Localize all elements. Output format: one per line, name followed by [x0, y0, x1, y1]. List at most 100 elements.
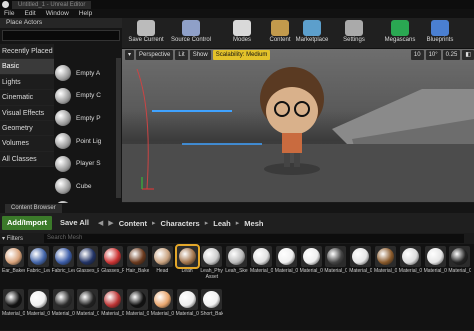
asset-tile[interactable]: Material_003	[300, 246, 323, 288]
save-icon	[137, 20, 155, 36]
actor-item[interactable]: Cube	[55, 175, 115, 198]
grid-snap-value[interactable]: 10	[410, 50, 424, 60]
asset-thumbnail	[449, 246, 471, 267]
actor-item[interactable]: Point Lig	[55, 130, 115, 153]
asset-search-input[interactable]: Search Mesh	[44, 234, 464, 243]
forward-arrow-icon[interactable]: ▶	[108, 219, 113, 227]
filters-button[interactable]: ▾ Filters	[2, 235, 40, 242]
material-preview-sphere	[104, 248, 122, 265]
menu-help[interactable]: Help	[79, 10, 92, 17]
asset-name: Material_023	[150, 311, 174, 317]
breadcrumb-characters[interactable]: Characters	[161, 219, 200, 228]
category-item[interactable]: Visual Effects	[0, 105, 54, 121]
menu-window[interactable]: Window	[46, 10, 69, 17]
actor-item[interactable]: Empty C	[55, 85, 115, 108]
place-actors-tab[interactable]: Place Actors	[0, 18, 122, 28]
toolbar-button-megascans[interactable]: Megascans	[380, 20, 420, 48]
asset-tile[interactable]: Material_001	[250, 246, 273, 288]
asset-tile[interactable]: Leah	[174, 244, 200, 288]
asset-thumbnail	[251, 246, 272, 267]
material-preview-sphere	[253, 248, 270, 265]
actor-item[interactable]: Empty A	[55, 62, 115, 85]
asset-thumbnail	[3, 289, 24, 310]
content-browser-tab[interactable]: Content Browser	[5, 204, 62, 213]
category-item[interactable]: Volumes	[0, 136, 54, 152]
viewport-options-button[interactable]: ▾	[125, 50, 135, 60]
asset-tile[interactable]: Head	[151, 246, 174, 288]
category-item[interactable]: All Classes	[0, 151, 54, 168]
actor-label: Empty A	[76, 69, 101, 77]
toolbar-button-modes[interactable]: Modes	[222, 20, 262, 48]
asset-tile[interactable]: Short_Baked_Diffused	[200, 289, 223, 331]
asset-tile[interactable]: Material_009	[399, 246, 422, 288]
asset-tile[interactable]: Material_021	[126, 289, 149, 331]
asset-tile[interactable]: Material_005	[324, 246, 347, 288]
toolbar-button-source-control[interactable]: Source Control	[166, 20, 216, 48]
asset-tile[interactable]: Material_015	[27, 289, 50, 331]
breadcrumb-content[interactable]: Content	[119, 219, 147, 228]
category-item[interactable]: Basic	[0, 59, 54, 75]
toolbar-button-settings[interactable]: Settings	[334, 20, 374, 48]
toolbar-button-blueprints[interactable]: Blueprints	[420, 20, 460, 48]
asset-tile[interactable]: Material_019	[76, 289, 99, 331]
add-import-button[interactable]: Add/Import	[2, 216, 52, 230]
material-preview-sphere	[153, 291, 171, 308]
save-all-button[interactable]: Save All	[56, 216, 93, 230]
asset-tile[interactable]: Ear_Baked	[2, 246, 25, 288]
asset-tile[interactable]: Leah_Physics Asset	[200, 246, 223, 288]
asset-tile[interactable]: Material_027	[176, 289, 199, 331]
asset-tile[interactable]: Glasses_Rim_Baked	[101, 246, 124, 288]
menu-edit[interactable]: Edit	[24, 10, 35, 17]
asset-tile[interactable]: Material_008	[374, 246, 397, 288]
asset-name: Material_003	[299, 268, 323, 274]
asset-tile[interactable]: Material_002	[275, 246, 298, 288]
material-preview-sphere	[129, 291, 146, 308]
category-item[interactable]: Lights	[0, 74, 54, 91]
category-item[interactable]: Recently Placed	[0, 44, 54, 60]
asset-tile[interactable]: Material_020	[101, 289, 124, 331]
asset-name: Fabric_Leather_Buffalo	[26, 268, 50, 274]
asset-tile[interactable]: Material_023	[151, 289, 174, 331]
lit-button[interactable]: Lit	[175, 50, 188, 60]
category-item[interactable]: Geometry	[0, 120, 54, 137]
toolbar-button-label: Blueprints	[426, 37, 454, 43]
asset-thumbnail	[27, 289, 49, 310]
asset-thumbnail	[325, 246, 347, 267]
place-actors-search[interactable]	[2, 30, 120, 41]
asset-tile[interactable]: Leah_Skeleton	[225, 246, 248, 288]
asset-tile[interactable]: Material_011	[448, 246, 471, 288]
category-item[interactable]: Cinematic	[0, 90, 54, 106]
show-button[interactable]: Show	[189, 50, 211, 60]
asset-tile[interactable]: Hair_Baked	[126, 246, 149, 288]
asset-tile[interactable]: Fabric_Leather_Buffalo	[52, 246, 75, 288]
perspective-button[interactable]: Perspective	[136, 50, 174, 60]
asset-tile[interactable]: Material_016	[52, 289, 75, 331]
camera-speed-button[interactable]: ◧	[462, 50, 474, 60]
rotation-snap-value[interactable]: 10°	[425, 50, 441, 60]
material-preview-sphere	[203, 248, 221, 265]
asset-tile[interactable]: Material_010	[424, 246, 447, 288]
asset-tile[interactable]: Glasses_Edge_Baked	[76, 246, 99, 288]
asset-thumbnail	[201, 289, 223, 310]
asset-name: Material_011	[448, 268, 472, 274]
asset-name: Hair_Baked	[126, 268, 149, 274]
level-viewport[interactable]: ▾ Perspective Lit Show Scalability: Medi…	[122, 49, 474, 202]
window-tab[interactable]: Untitled_1 - Unreal Editor	[12, 1, 92, 9]
scale-snap-value[interactable]: 0.25	[442, 50, 461, 60]
asset-tile[interactable]: Fabric_Leather_Buffalo	[27, 246, 50, 288]
scalability-warning[interactable]: Scalability: Medium	[212, 50, 271, 60]
toolbar-button-marketplace[interactable]: Marketplace	[292, 20, 332, 48]
asset-tile[interactable]: Material_006	[349, 246, 372, 288]
asset-tile[interactable]: Material_013	[2, 289, 25, 331]
toolbar-button-save-current[interactable]: Save Current	[126, 20, 166, 48]
breadcrumb-mesh[interactable]: Mesh	[244, 219, 263, 228]
breadcrumb-leah[interactable]: Leah	[213, 219, 231, 228]
asset-name: Material_002	[274, 268, 298, 274]
actor-list-scrollbar[interactable]	[116, 58, 121, 198]
actor-item[interactable]: Player S	[55, 152, 115, 175]
back-arrow-icon[interactable]: ◀	[98, 219, 103, 227]
actor-item[interactable]: Empty P	[55, 107, 115, 130]
breadcrumb-separator: ▸	[235, 220, 240, 227]
material-preview-sphere	[104, 291, 122, 308]
menu-file[interactable]: File	[4, 10, 14, 17]
